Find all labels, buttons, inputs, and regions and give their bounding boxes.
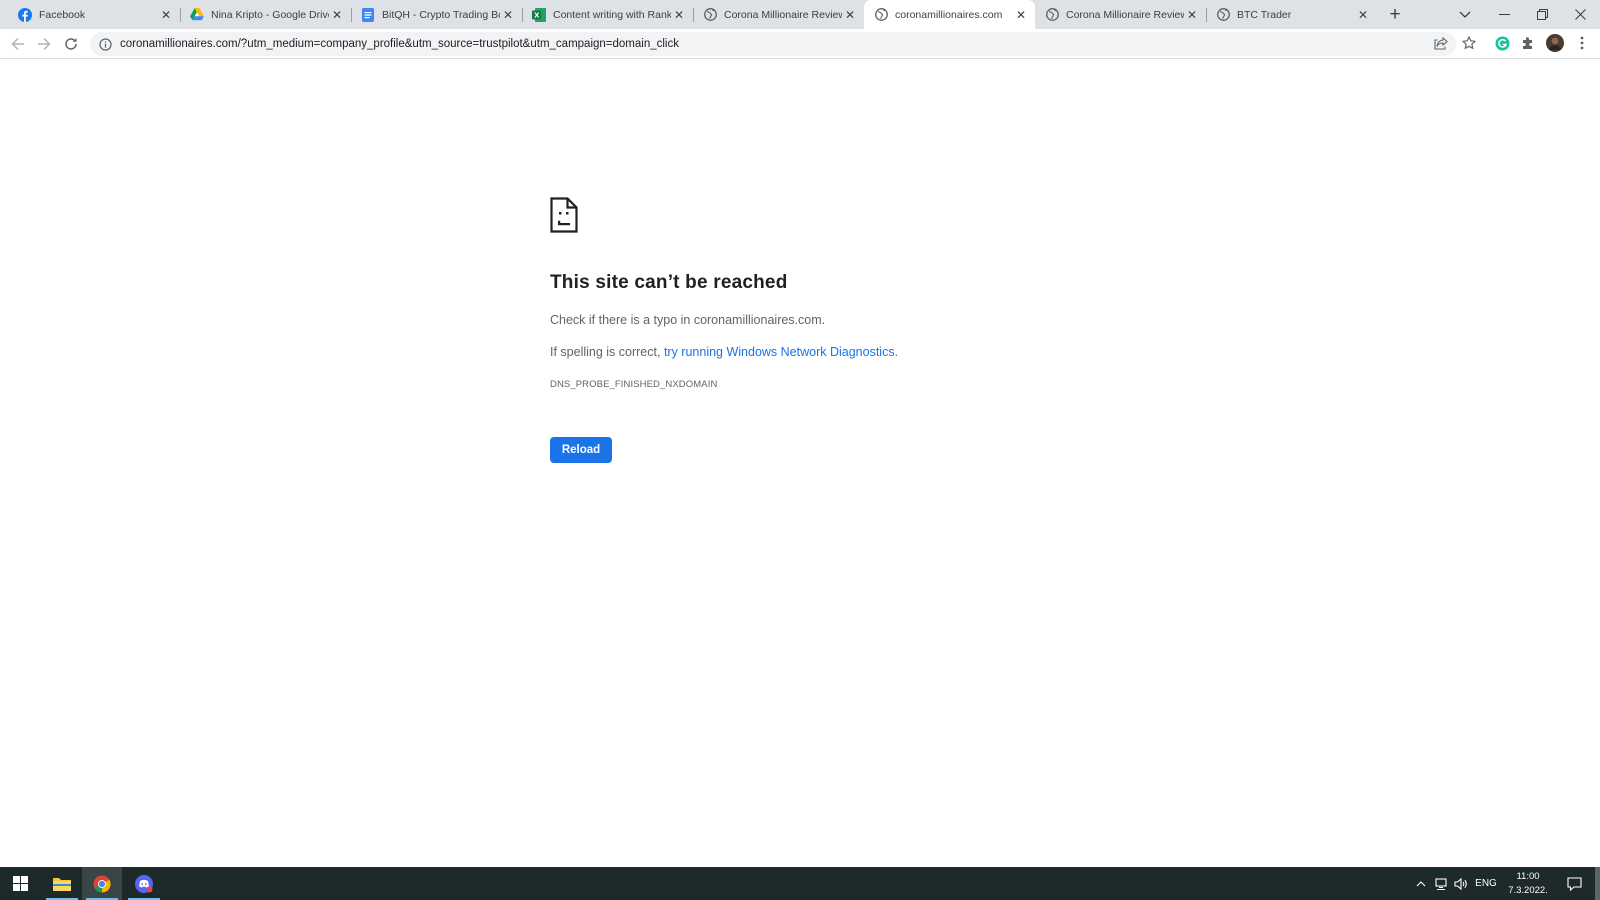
bookmark-star-icon[interactable] bbox=[1458, 32, 1480, 54]
close-icon[interactable]: ✕ bbox=[158, 7, 174, 23]
show-desktop-button[interactable] bbox=[1595, 867, 1600, 900]
tab-corona-review-1[interactable]: Corona Millionaire Review ✕ bbox=[693, 0, 864, 29]
tab-title: Content writing with Rank bbox=[553, 8, 671, 21]
error-code: DNS_PROBE_FINISHED_NXDOMAIN bbox=[550, 379, 718, 390]
network-icon[interactable] bbox=[1432, 867, 1450, 900]
diagnostics-hint: If spelling is correct, try running Wind… bbox=[550, 345, 898, 359]
globe-icon bbox=[1045, 8, 1059, 22]
globe-icon bbox=[874, 8, 888, 22]
globe-icon bbox=[703, 8, 717, 22]
url-text: coronamillionaires.com/?utm_medium=compa… bbox=[120, 38, 679, 50]
tab-title: coronamillionaires.com bbox=[895, 8, 1003, 21]
diagnostics-hint-suffix: . bbox=[894, 345, 899, 359]
tab-strip: Facebook ✕ Nina Kripto - Google Drive ✕ … bbox=[0, 0, 1600, 29]
grammarly-icon[interactable] bbox=[1491, 32, 1513, 54]
volume-icon[interactable] bbox=[1452, 867, 1470, 900]
reload-button[interactable]: Reload bbox=[550, 437, 612, 463]
windows-start-icon[interactable] bbox=[0, 867, 40, 900]
tab-title: Facebook bbox=[39, 8, 86, 21]
share-icon[interactable] bbox=[1430, 32, 1452, 54]
file-explorer-icon[interactable] bbox=[42, 867, 82, 900]
page-title: This site can’t be reached bbox=[550, 272, 788, 293]
clock-date: 7.3.2022. bbox=[1508, 885, 1548, 896]
tab-content-writing[interactable]: Content writing with Rank ✕ bbox=[522, 0, 694, 29]
google-drive-icon bbox=[190, 8, 204, 22]
system-clock[interactable]: 11:00 7.3.2022. bbox=[1503, 870, 1553, 898]
tab-title: Nina Kripto - Google Drive bbox=[211, 8, 329, 21]
network-diagnostics-link[interactable]: try running Windows Network Diagnostics bbox=[664, 345, 895, 359]
close-window-icon[interactable] bbox=[1560, 0, 1600, 29]
close-icon[interactable]: ✕ bbox=[842, 7, 858, 23]
close-icon[interactable]: ✕ bbox=[329, 7, 345, 23]
tab-title: Corona Millionaire Review bbox=[1066, 8, 1184, 21]
close-icon[interactable]: ✕ bbox=[1355, 7, 1371, 23]
reload-icon[interactable] bbox=[59, 32, 83, 56]
discord-icon[interactable] bbox=[124, 867, 164, 900]
globe-icon bbox=[1216, 8, 1230, 22]
close-icon[interactable]: ✕ bbox=[1184, 7, 1200, 23]
language-indicator[interactable]: ENG bbox=[1472, 867, 1500, 900]
profile-avatar[interactable] bbox=[1544, 32, 1566, 54]
browser-toolbar: coronamillionaires.com/?utm_medium=compa… bbox=[0, 29, 1600, 59]
back-arrow-icon[interactable] bbox=[6, 32, 30, 56]
notifications-icon[interactable] bbox=[1562, 867, 1586, 900]
tray-chevron-up-icon[interactable] bbox=[1413, 867, 1429, 900]
tab-title: BTC Trader bbox=[1237, 8, 1292, 21]
new-tab-button[interactable]: + bbox=[1384, 4, 1406, 26]
restore-icon[interactable] bbox=[1522, 0, 1562, 29]
clock-time: 11:00 bbox=[1516, 871, 1540, 882]
tab-search-chevron-icon[interactable] bbox=[1445, 0, 1485, 29]
forward-arrow-icon[interactable] bbox=[32, 32, 56, 56]
tab-title: BitQH - Crypto Trading Bot bbox=[382, 8, 500, 21]
extensions-puzzle-icon[interactable] bbox=[1517, 32, 1539, 54]
tab-corona-review-2[interactable]: Corona Millionaire Review ✕ bbox=[1035, 0, 1207, 29]
google-docs-icon bbox=[361, 7, 375, 22]
info-icon[interactable] bbox=[98, 37, 112, 51]
close-icon[interactable]: ✕ bbox=[500, 7, 516, 23]
typo-hint-text: Check if there is a typo in coronamillio… bbox=[550, 313, 826, 327]
tab-title: Corona Millionaire Review bbox=[724, 8, 842, 21]
facebook-icon bbox=[18, 7, 32, 22]
minimize-icon[interactable] bbox=[1484, 0, 1524, 29]
windows-taskbar: ENG 11:00 7.3.2022. bbox=[0, 867, 1600, 900]
tab-google-drive[interactable]: Nina Kripto - Google Drive ✕ bbox=[180, 0, 352, 29]
sad-document-icon bbox=[550, 197, 578, 233]
excel-icon bbox=[532, 7, 546, 22]
close-icon[interactable]: ✕ bbox=[1013, 7, 1029, 23]
tab-btc-trader[interactable]: BTC Trader ✕ bbox=[1206, 0, 1377, 29]
close-icon[interactable]: ✕ bbox=[671, 7, 687, 23]
diagnostics-hint-prefix: If spelling is correct, bbox=[550, 345, 664, 359]
chrome-icon[interactable] bbox=[82, 867, 122, 900]
tab-facebook[interactable]: Facebook ✕ bbox=[8, 0, 181, 29]
error-page: This site can’t be reached Check if ther… bbox=[0, 59, 1600, 867]
tab-coronamillionaires-active[interactable]: coronamillionaires.com ✕ bbox=[864, 0, 1035, 29]
kebab-menu-icon[interactable] bbox=[1571, 32, 1593, 54]
tab-bitqh-doc[interactable]: BitQH - Crypto Trading Bot ✕ bbox=[351, 0, 523, 29]
address-bar[interactable]: coronamillionaires.com/?utm_medium=compa… bbox=[90, 32, 1456, 56]
